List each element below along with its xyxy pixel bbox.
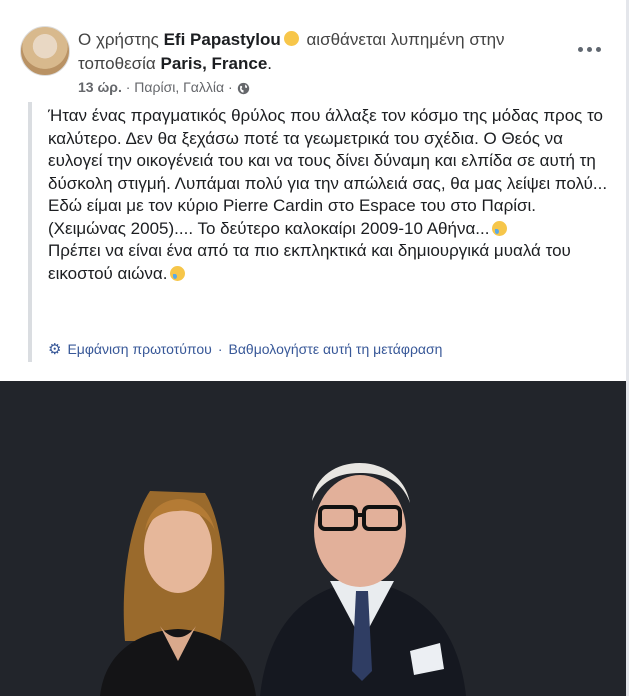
post-place: · Παρίσι, Γαλλία · (125, 79, 233, 95)
see-original-link[interactable]: Εμφάνιση πρωτοτύπου (67, 341, 211, 357)
sad-face-icon (283, 31, 299, 46)
dot (596, 46, 601, 52)
post-time[interactable]: 13 ώρ. (78, 79, 122, 95)
dot (587, 46, 592, 52)
location-name[interactable]: Paris, France (161, 54, 268, 73)
photo-illustration (0, 381, 626, 696)
post-photo[interactable] (0, 381, 626, 696)
post-text: Ήταν ένας πραγματικός θρύλος που άλλαξε … (48, 102, 612, 285)
translation-bar: ⚙ Εμφάνιση πρωτοτύπου · Βαθμολογήστε αυτ… (48, 340, 442, 358)
post-headline: Ο χρήστης Efi Papastylou αισθάνεται λυπη… (78, 28, 568, 76)
post-body: Ήταν ένας πραγματικός θρύλος που άλλαξε … (28, 102, 612, 362)
globe-icon (237, 82, 250, 98)
author-name[interactable]: Efi Papastylou (164, 30, 281, 49)
dot (578, 46, 583, 52)
post-header: Ο χρήστης Efi Papastylou αισθάνεται λυπη… (20, 26, 610, 98)
post-meta: 13 ώρ. · Παρίσι, Γαλλία · (78, 79, 250, 98)
location-suffix: . (267, 54, 273, 73)
gear-icon: ⚙ (48, 341, 62, 358)
crying-face-icon (170, 265, 186, 281)
translation-separator: · (217, 341, 223, 357)
post-text-line-2: Πρέπει να είναι ένα από τα πιο εκπληκτικ… (48, 241, 571, 283)
post-card: Ο χρήστης Efi Papastylou αισθάνεται λυπη… (0, 0, 626, 696)
crying-face-icon (492, 220, 508, 236)
avatar[interactable] (20, 26, 70, 76)
rate-translation-link[interactable]: Βαθμολογήστε αυτή τη μετάφραση (229, 341, 443, 357)
headline-prefix: Ο χρήστης (78, 30, 159, 49)
post-text-line-1: Ήταν ένας πραγματικός θρύλος που άλλαξε … (48, 106, 608, 238)
more-options-icon[interactable] (578, 44, 604, 54)
